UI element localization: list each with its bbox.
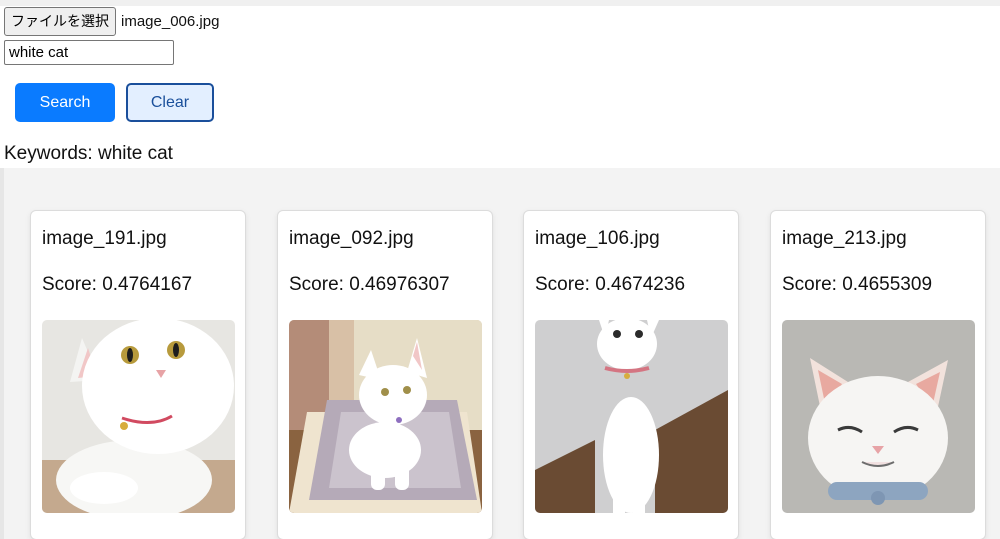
- result-thumbnail[interactable]: [782, 320, 975, 513]
- result-score: Score: 0.4674236: [535, 274, 686, 295]
- results-panel: image_191.jpg Score: 0.4764167 image_092…: [0, 168, 1000, 539]
- keywords-label: Keywords: white cat: [4, 143, 173, 164]
- clear-button[interactable]: Clear: [126, 83, 214, 122]
- result-file-name: image_191.jpg: [42, 228, 167, 249]
- result-file-name: image_106.jpg: [535, 228, 660, 249]
- white-cat-photo-icon: [42, 320, 235, 513]
- selected-file-name: image_006.jpg: [121, 12, 220, 30]
- result-thumbnail[interactable]: [289, 320, 482, 513]
- result-thumbnail[interactable]: [535, 320, 728, 513]
- result-score: Score: 0.4655309: [782, 274, 933, 295]
- result-score: Score: 0.46976307: [289, 274, 450, 295]
- search-button[interactable]: Search: [15, 83, 115, 122]
- choose-file-button[interactable]: ファイルを選択: [4, 6, 116, 36]
- white-cat-photo-icon: [535, 320, 728, 513]
- result-thumbnail[interactable]: [42, 320, 235, 513]
- result-card[interactable]: image_191.jpg Score: 0.4764167: [30, 210, 246, 539]
- result-card[interactable]: image_092.jpg Score: 0.46976307: [277, 210, 493, 539]
- result-score: Score: 0.4764167: [42, 274, 193, 295]
- file-upload-row: ファイルを選択 image_006.jpg: [4, 6, 219, 36]
- result-file-name: image_092.jpg: [289, 228, 414, 249]
- result-card[interactable]: image_106.jpg Score: 0.4674236: [523, 210, 739, 539]
- keyword-input[interactable]: [4, 40, 174, 65]
- white-cat-photo-icon: [782, 320, 975, 513]
- results-panel-edge: [0, 168, 4, 539]
- result-file-name: image_213.jpg: [782, 228, 907, 249]
- white-cat-photo-icon: [289, 320, 482, 513]
- result-card[interactable]: image_213.jpg Score: 0.4655309: [770, 210, 986, 539]
